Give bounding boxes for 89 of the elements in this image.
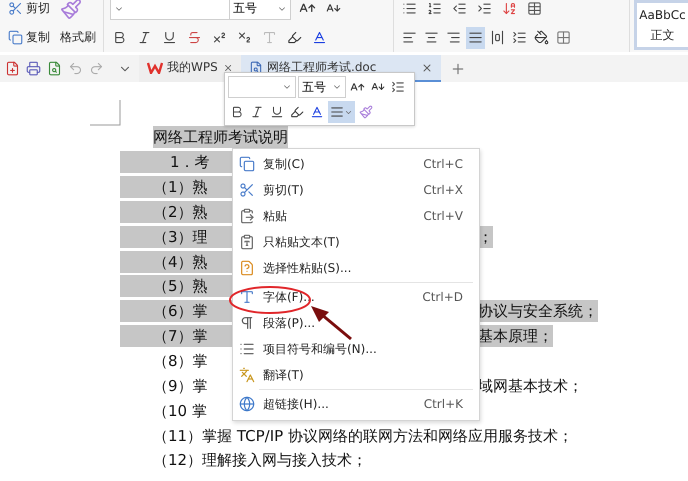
letter-icon (262, 30, 277, 45)
document-text: （9）掌 (152, 376, 209, 397)
italic-icon (137, 30, 152, 45)
document-text: （2）熟 (120, 200, 232, 223)
document-text: 协议与安全系统； (478, 300, 598, 322)
outdent-icon (452, 1, 467, 16)
list-icon (239, 341, 255, 357)
copy-icon (239, 156, 255, 172)
printer-icon (26, 61, 41, 76)
line-spacing-icon (512, 30, 527, 45)
font-color-icon (310, 105, 324, 119)
align-icon (468, 30, 483, 45)
document-text: （5）熟 (120, 275, 232, 298)
align-icon (330, 105, 344, 119)
new-file-icon (5, 61, 20, 76)
document-text: （11）掌握 TCP/IP 协议网络的联网方法和网络应用服务技术； (152, 426, 573, 447)
paste-icon (239, 208, 255, 224)
subscript-icon (237, 30, 252, 45)
translate-icon (239, 367, 255, 383)
clipboard-question-icon (239, 260, 255, 276)
scissors-icon (8, 1, 23, 16)
document-text: 1．考 (120, 151, 232, 174)
redo-icon (89, 61, 104, 76)
menu-item[interactable]: 翻译(T) (233, 362, 479, 388)
align-icon (424, 30, 439, 45)
menu-item[interactable]: 选择性粘贴(S)... (233, 255, 479, 281)
align-icon (446, 30, 461, 45)
menu-item[interactable]: 复制(C) Ctrl+C (233, 151, 479, 177)
document-text: （1）熟 (120, 176, 232, 198)
globe-icon (239, 396, 255, 412)
menu-item[interactable]: 项目符号和编号(N)... (233, 336, 479, 362)
document-text: （4）熟 (120, 250, 232, 273)
bold-icon (230, 105, 244, 119)
align-icon (490, 30, 505, 45)
style-preview[interactable]: AaBbCc 正文 (634, 0, 688, 50)
strikethrough-icon (187, 30, 202, 45)
line-spacing-icon (391, 80, 405, 94)
format-painter-button[interactable]: 格式刷 (58, 26, 98, 48)
table-icon (527, 1, 542, 16)
document-text: 网络工程师考试说明 (153, 126, 288, 148)
document-text: （3）理 (120, 226, 232, 248)
bold-icon (112, 30, 127, 45)
font-size-select[interactable]: 五号 (298, 76, 346, 98)
align-icon (402, 30, 417, 45)
document-text: （7）掌 (120, 325, 232, 348)
preview-icon (47, 61, 62, 76)
superscript-icon (212, 30, 227, 45)
list-icon (402, 1, 417, 16)
letter-icon (239, 289, 255, 305)
paintbrush-icon (359, 105, 373, 119)
menu-item[interactable]: 超链接(H)... Ctrl+K (233, 391, 479, 417)
paintbrush-icon (60, 0, 82, 20)
menu-item[interactable]: 只粘贴文本(T) (233, 229, 479, 255)
align-button[interactable] (328, 101, 355, 123)
document-text: 基本原理； (478, 325, 553, 348)
copy-button[interactable]: 复制 (6, 26, 52, 48)
font-size-select[interactable]: 五号 (229, 0, 291, 20)
menu-item[interactable]: 段落(P)... (233, 310, 479, 336)
document-icon (249, 60, 263, 74)
underline-icon (270, 105, 284, 119)
copy-icon (8, 30, 23, 45)
align-button[interactable] (466, 26, 485, 48)
italic-icon (250, 105, 264, 119)
scissors-icon (239, 182, 255, 198)
highlighter-icon (287, 30, 302, 45)
underline-icon (162, 30, 177, 45)
highlighter-icon (290, 105, 304, 119)
paint-bucket-icon (534, 30, 549, 45)
format-painter-icon[interactable] (58, 0, 84, 20)
undo-icon (68, 61, 83, 76)
menu-item[interactable]: 剪切(T) Ctrl+X (233, 177, 479, 203)
document-text: （8）掌 (152, 351, 209, 372)
pilcrow-icon (239, 315, 255, 331)
margin-marker-icon (90, 100, 121, 126)
close-icon (421, 62, 433, 74)
clipboard-icon (239, 234, 255, 250)
document-text: （10 掌 (152, 400, 208, 422)
sort-icon (502, 1, 517, 16)
indent-icon (477, 1, 492, 16)
logo-icon (147, 62, 163, 74)
document-tab[interactable]: 我的WPS (139, 55, 241, 82)
numbered-list-icon (427, 1, 442, 16)
font-color-icon (312, 30, 327, 45)
document-text: 域网基本技术； (478, 376, 583, 397)
document-text: （6）掌 (120, 300, 232, 322)
cut-button[interactable]: 剪切 (6, 0, 52, 20)
grid-icon (556, 30, 571, 45)
menu-item[interactable]: 粘贴 Ctrl+V (233, 203, 479, 229)
document-text: （12）理解接入网与接入技术； (152, 450, 368, 472)
